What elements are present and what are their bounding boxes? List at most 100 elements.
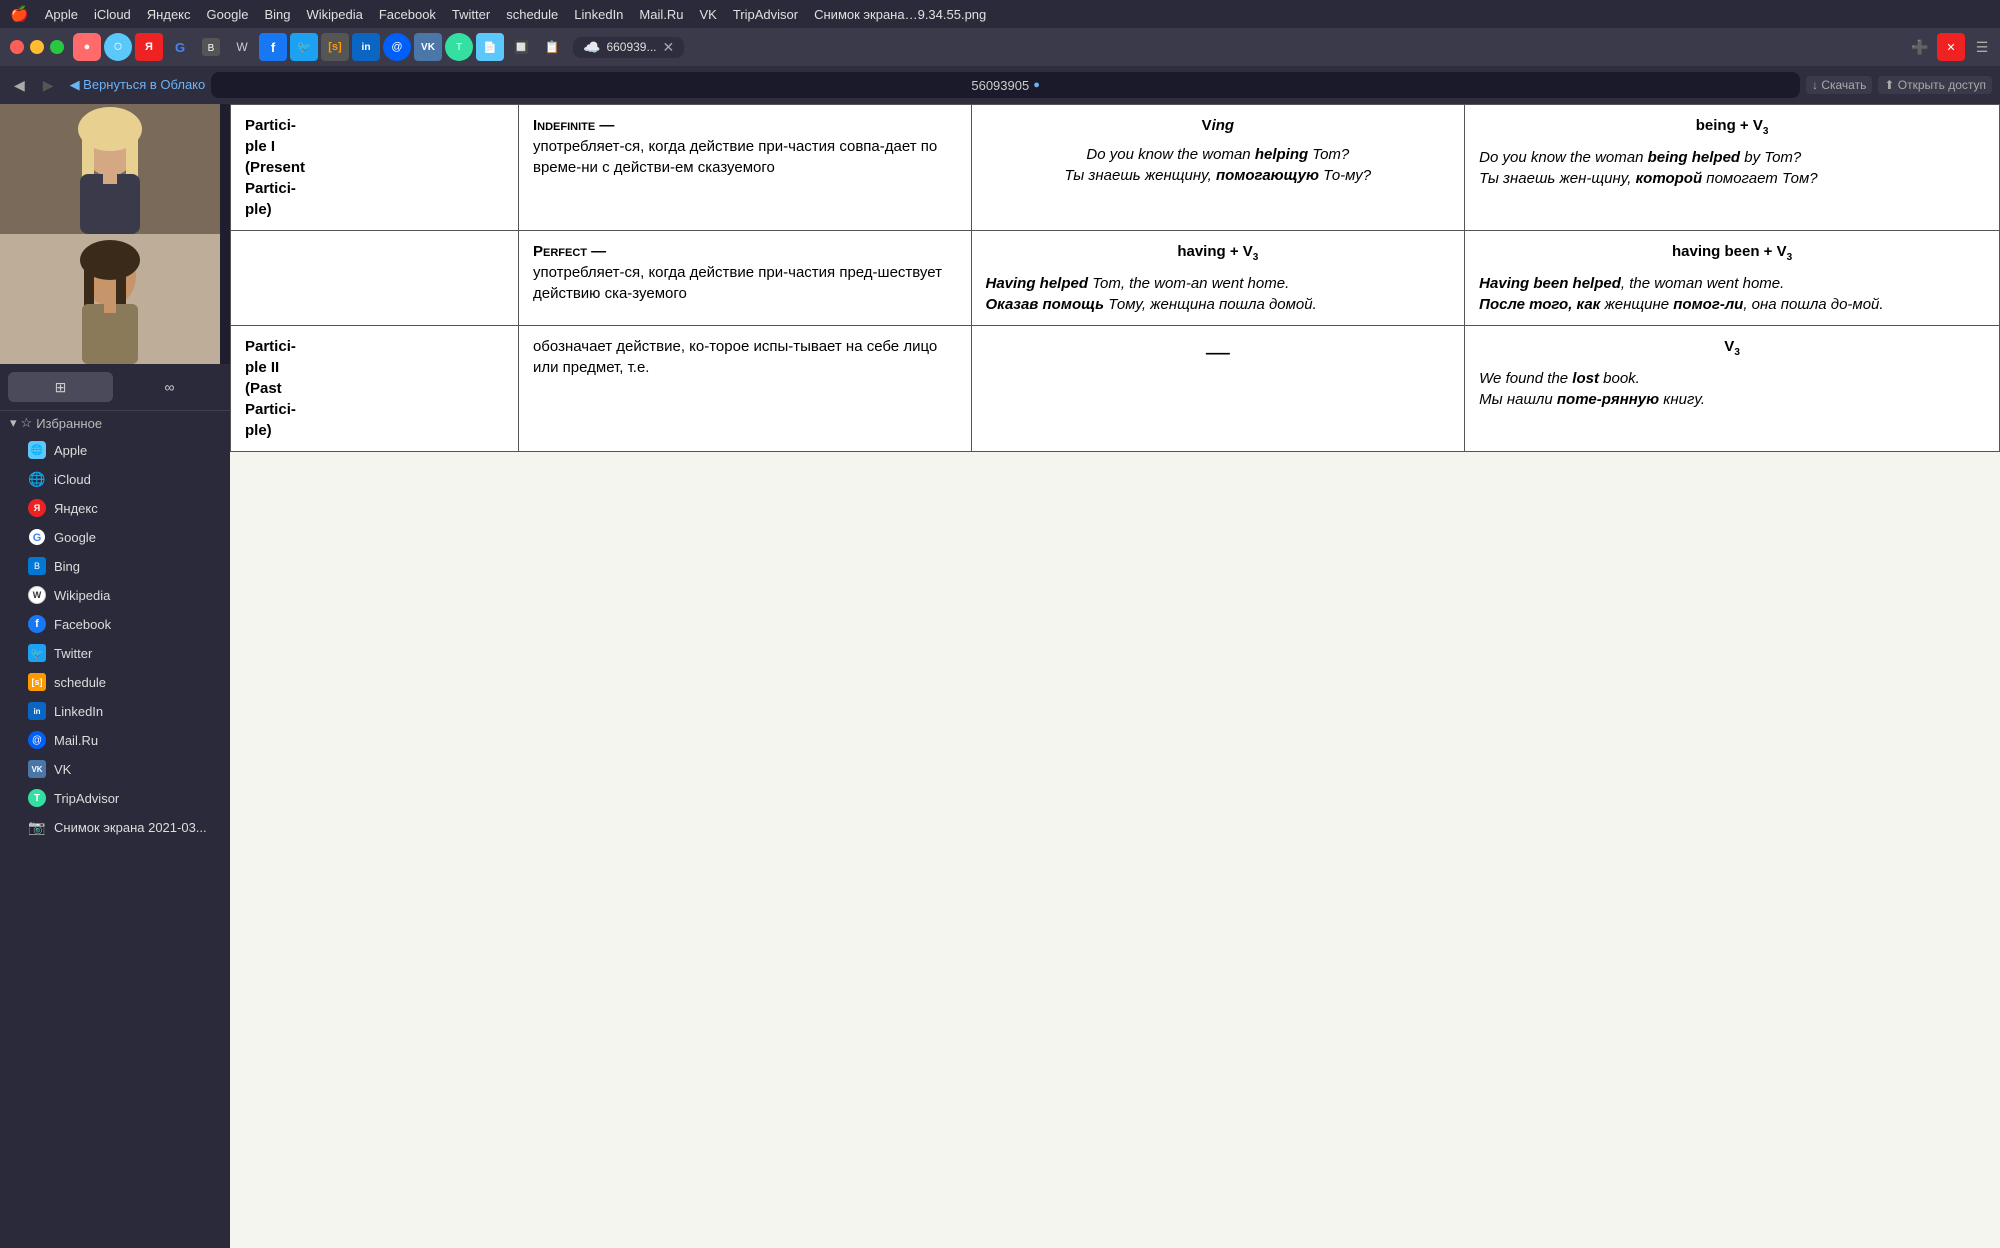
tab-icon-7[interactable]: f [259, 33, 287, 61]
perfect-heading: Perfect — [533, 243, 606, 260]
sidebar-label-bing: Bing [54, 559, 80, 574]
sidebar-item-facebook[interactable]: f Facebook [4, 610, 226, 638]
tab-icon-5[interactable]: B [197, 33, 225, 61]
cell-2-3: having + V3 Having helped Tom, the wom-a… [971, 231, 1465, 326]
back-button[interactable]: ◀ [8, 73, 31, 98]
fullscreen-button[interactable] [50, 40, 64, 54]
tab-icon-15[interactable]: 🔲 [507, 33, 535, 61]
tab-icon-14[interactable]: 📄 [476, 33, 504, 61]
chevron-down-icon: ▾ [10, 415, 17, 431]
sidebar-label-schedule: schedule [54, 675, 106, 690]
menu-google[interactable]: Google [207, 7, 249, 22]
active-tab[interactable]: ☁️ 660939... ✕ [573, 37, 684, 58]
sidebar-item-schedule[interactable]: [s] schedule [4, 668, 226, 696]
browser-toolbar: ◀ ▶ ◀ Вернуться в Облако 56093905 ● ↓ Ск… [0, 66, 2000, 104]
cell-1-4: being + V3 Do you know the woman being h… [1465, 105, 2000, 231]
tab-icon-12[interactable]: VK [414, 33, 442, 61]
toolbar-actions: ↓ Скачать ⬆ Открыть доступ [1806, 76, 1992, 94]
tab-icon-16[interactable]: 📋 [538, 33, 566, 61]
bing-favicon-icon: B [28, 557, 46, 575]
minimize-button[interactable] [30, 40, 44, 54]
menu-apple[interactable]: Apple [45, 7, 78, 22]
download-button[interactable]: ↓ Скачать [1806, 76, 1872, 94]
menu-icloud[interactable]: iCloud [94, 7, 131, 22]
vk-favicon-icon: VK [28, 760, 46, 778]
sidebar-tab-bookmarks[interactable]: ⊞ [8, 372, 113, 402]
tab-icon-extra1[interactable]: ➕ [1906, 33, 1934, 61]
tab-icon-2[interactable]: ○ [104, 33, 132, 61]
sidebar-item-screenshot[interactable]: 📷 Снимок экрана 2021-03... [4, 813, 226, 841]
video-person-1 [0, 104, 220, 234]
indefinite-text: употребляет-ся, когда действие при-части… [533, 138, 937, 176]
sidebar-item-linkedin[interactable]: in LinkedIn [4, 697, 226, 725]
table-row-2: Perfect — употребляет-ся, когда действие… [231, 231, 2000, 326]
indefinite-heading: Indefinite — [533, 117, 614, 134]
menu-schedule[interactable]: schedule [506, 7, 558, 22]
menu-tripadvisor[interactable]: TripAdvisor [733, 7, 798, 22]
sidebar-item-mailru[interactable]: @ Mail.Ru [4, 726, 226, 754]
svg-text:G: G [33, 532, 42, 544]
cell-2-1 [231, 231, 519, 326]
tab-icon-6[interactable]: W [228, 33, 256, 61]
sidebar-item-bing[interactable]: B Bing [4, 552, 226, 580]
tab-modified-indicator: ● [1033, 79, 1040, 91]
sidebar-label-apple: Apple [54, 443, 87, 458]
tab-icon-13[interactable]: T [445, 33, 473, 61]
share-button[interactable]: ⬆ Открыть доступ [1878, 76, 1992, 94]
menu-vk[interactable]: VK [700, 7, 717, 22]
cell-2-2: Perfect — употребляет-ся, когда действие… [518, 231, 971, 326]
star-icon: ☆ [21, 415, 33, 431]
mailru-favicon-icon: @ [28, 731, 46, 749]
tab-icon-9[interactable]: [s] [321, 33, 349, 61]
tab-icon-4[interactable]: G [166, 33, 194, 61]
tab-icon-10[interactable]: in [352, 33, 380, 61]
menu-twitter[interactable]: Twitter [452, 7, 490, 22]
cell-3-3: — [971, 326, 1465, 452]
sidebar-item-tripadvisor[interactable]: T TripAdvisor [4, 784, 226, 812]
sidebar-label-twitter: Twitter [54, 646, 92, 661]
close-button[interactable] [10, 40, 24, 54]
sidebar-item-yandex[interactable]: Я Яндекс [4, 494, 226, 522]
screenshot-favicon-icon: 📷 [28, 818, 46, 836]
tab-icon-3[interactable]: Я [135, 33, 163, 61]
schedule-favicon-icon: [s] [28, 673, 46, 691]
menu-facebook[interactable]: Facebook [379, 7, 436, 22]
table-row-3: Partici-ple II(PastPartici-ple) обознача… [231, 326, 2000, 452]
tab-icon-8[interactable]: 🐦 [290, 33, 318, 61]
tab-icon-1[interactable]: ● [73, 33, 101, 61]
perfect-text: употребляет-ся, когда действие при-части… [533, 264, 942, 302]
tab-icon-11[interactable]: @ [383, 33, 411, 61]
wikipedia-favicon-icon: W [28, 586, 46, 604]
forward-button[interactable]: ▶ [37, 73, 60, 98]
menu-bing[interactable]: Bing [264, 7, 290, 22]
sidebar-tab-reading[interactable]: ∞ [117, 372, 222, 402]
video-panel-bottom [0, 234, 220, 364]
menu-wikipedia[interactable]: Wikipedia [306, 7, 362, 22]
apple-menu[interactable]: 🍎 [10, 5, 29, 23]
back-to-cloud-link[interactable]: ◀ Вернуться в Облако [70, 77, 206, 93]
sidebar-item-icloud[interactable]: 🌐 iCloud [4, 465, 226, 493]
sidebar-label-google: Google [54, 530, 96, 545]
close-tab-button[interactable]: ✕ [662, 39, 674, 56]
url-text: 56093905 [971, 78, 1029, 93]
menu-linkedin[interactable]: LinkedIn [574, 7, 623, 22]
tab-icon-extra3[interactable]: ☰ [1968, 33, 1996, 61]
menu-screenshot[interactable]: Снимок экрана…9.34.55.png [814, 7, 986, 22]
having-v3-text: Having helped Tom, the wom-an went home.… [986, 273, 1451, 315]
sidebar-item-vk[interactable]: VK VK [4, 755, 226, 783]
cell-text: Partici-ple I(PresentPartici-ple) [245, 117, 305, 218]
having-v3-header: having + V3 [986, 241, 1451, 265]
sidebar-item-apple[interactable]: 🌐 Apple [4, 436, 226, 464]
sidebar-item-google[interactable]: G Google [4, 523, 226, 551]
menu-mailru[interactable]: Mail.Ru [639, 7, 683, 22]
being-v3-header: being + V3 [1479, 115, 1985, 139]
sidebar-item-twitter[interactable]: 🐦 Twitter [4, 639, 226, 667]
menu-yandex[interactable]: Яндекс [147, 7, 191, 22]
active-tab-label: 660939... [606, 40, 656, 54]
sidebar-item-wikipedia[interactable]: W Wikipedia [4, 581, 226, 609]
tab-icon-extra2[interactable]: ✕ [1937, 33, 1965, 61]
url-bar[interactable]: 56093905 ● [211, 72, 1800, 98]
google-favicon-icon: G [28, 528, 46, 546]
sidebar-section-header[interactable]: ▾ ☆ Избранное [0, 411, 230, 435]
sidebar-label-vk: VK [54, 762, 71, 777]
